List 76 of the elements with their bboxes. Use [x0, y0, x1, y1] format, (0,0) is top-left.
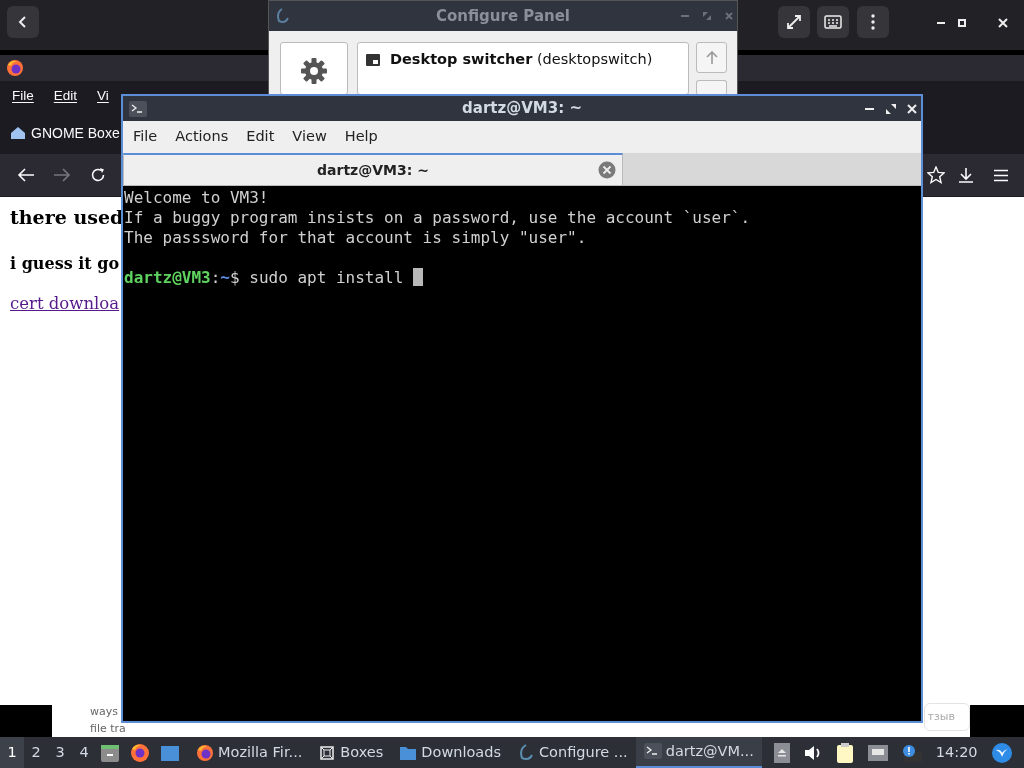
browser-tab[interactable]: GNOME Boxe [6, 115, 124, 151]
minimize-icon [681, 12, 689, 20]
clipboard-icon[interactable] [835, 742, 854, 763]
volume-icon[interactable] [803, 744, 822, 761]
menu-item[interactable]: File [125, 124, 166, 150]
menu-button[interactable] [857, 6, 889, 38]
page-link[interactable]: cert downloa [10, 293, 120, 313]
task-button[interactable]: Boxes [310, 737, 392, 768]
network-icon[interactable] [867, 744, 888, 761]
workspace-button[interactable]: 1 [0, 737, 24, 768]
browser-logo-icon [6, 59, 24, 77]
house-icon [10, 126, 26, 140]
app-icon [517, 743, 535, 762]
menu-icon [993, 168, 1009, 182]
bird-logo-icon[interactable] [991, 742, 1012, 763]
menu-item[interactable]: File [12, 85, 34, 107]
window-title: dartz@VM3: ~ [462, 98, 582, 120]
maximize-icon [958, 19, 966, 27]
file-cabinet-icon[interactable] [100, 742, 120, 763]
notification-icon[interactable] [901, 743, 922, 762]
menu-item[interactable]: Edit [238, 124, 283, 150]
browser-icon [196, 743, 214, 762]
maximize-icon [703, 12, 711, 20]
settings-button[interactable] [280, 42, 348, 95]
clock[interactable]: 14:20 [935, 741, 978, 764]
workspace-button[interactable]: 4 [72, 737, 96, 768]
page-subheading: i guess it go [10, 252, 120, 275]
terminal-line: Welcome to VM3! [124, 188, 269, 208]
browser-icon[interactable] [130, 742, 150, 763]
keyboard-button[interactable] [817, 6, 849, 38]
page-text: ways [90, 705, 118, 719]
reload-icon [90, 167, 106, 183]
workspace-button[interactable]: 2 [24, 737, 48, 768]
app-icon [275, 8, 289, 24]
text-cursor [413, 268, 423, 286]
menu-item[interactable]: Vi [97, 85, 109, 107]
window-icon[interactable] [160, 743, 180, 762]
task-button[interactable]: dartz@VM... [635, 737, 762, 768]
window-icon [366, 53, 380, 67]
back-arrow-icon [17, 168, 35, 182]
keyboard-icon [824, 15, 842, 29]
task-button[interactable]: Downloads [391, 737, 509, 768]
fullscreen-button[interactable] [778, 6, 810, 38]
star-icon [927, 166, 945, 184]
back-button[interactable] [7, 6, 39, 38]
terminal-icon [129, 101, 147, 117]
command-prompt: dartz@VM3:~$ sudo apt install [124, 268, 423, 288]
settings-icon [300, 57, 328, 85]
boxes-icon [318, 743, 337, 762]
maximize-icon [886, 104, 896, 114]
workspace-button[interactable]: 3 [48, 737, 72, 768]
menu-item[interactable]: Help [336, 124, 386, 150]
expand-icon [786, 14, 802, 30]
task-button[interactable]: Configure ... [509, 737, 636, 768]
page-text: file tra [90, 722, 126, 736]
close-icon [725, 12, 733, 20]
menu-item[interactable]: Edit [53, 85, 78, 107]
forward-arrow-icon [53, 168, 71, 182]
window-title: Configure Panel [436, 5, 570, 27]
eject-icon[interactable] [773, 742, 790, 763]
terminal-line: If a buggy program insists on a password, use the account `user`. [124, 208, 751, 228]
minimize-icon [937, 22, 945, 24]
up-arrow-icon [705, 50, 718, 65]
download-icon [958, 166, 974, 184]
task-button[interactable]: Mozilla Fir... [188, 737, 311, 768]
terminal-line: The passsword for that account is simply "user". [124, 228, 587, 248]
close-icon[interactable] [598, 161, 616, 179]
close-icon [907, 104, 917, 114]
menu-item[interactable]: Actions [167, 124, 237, 150]
more-icon [871, 14, 875, 30]
terminal-tab[interactable]: dartz@VM3: ~ [123, 153, 623, 185]
close-icon [998, 18, 1008, 28]
bookmark-button[interactable] [925, 164, 947, 186]
terminal-icon [643, 742, 662, 761]
page-heading: there used [10, 205, 124, 230]
menu-item[interactable]: View [284, 124, 335, 150]
